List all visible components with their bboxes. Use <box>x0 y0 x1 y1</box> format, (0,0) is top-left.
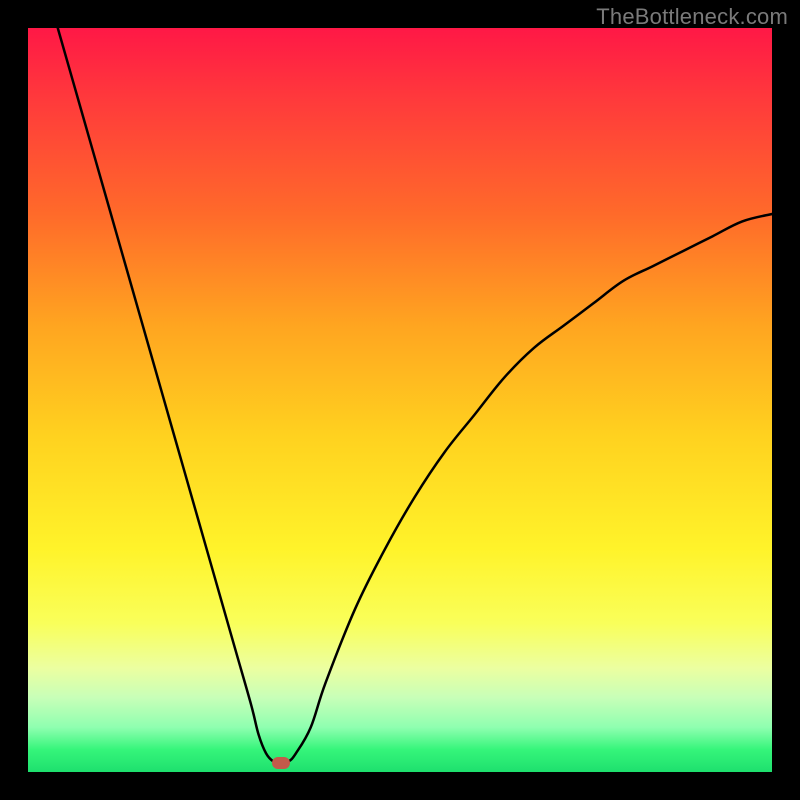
plot-area <box>28 28 772 772</box>
curve-svg <box>28 28 772 772</box>
bottleneck-curve <box>58 28 772 763</box>
optimal-marker <box>272 757 290 769</box>
watermark-text: TheBottleneck.com <box>596 4 788 30</box>
chart-frame: TheBottleneck.com <box>0 0 800 800</box>
